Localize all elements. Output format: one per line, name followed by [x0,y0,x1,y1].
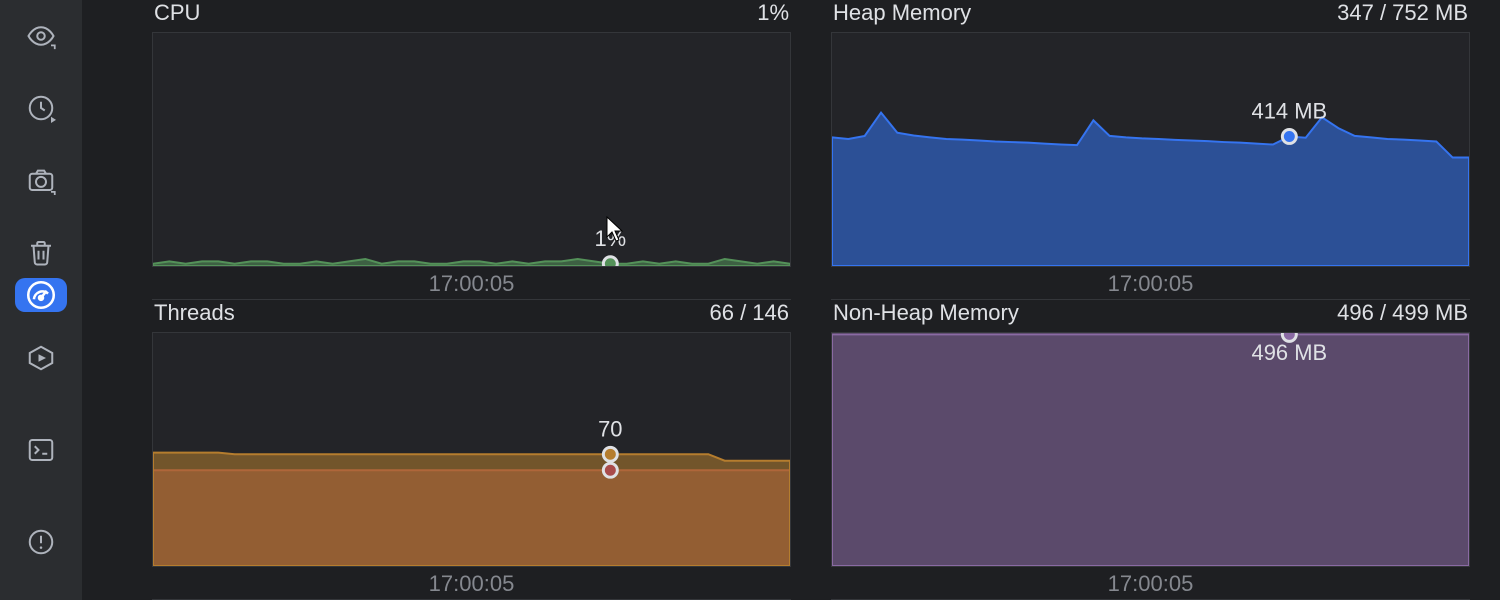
svg-text:414 MB: 414 MB [1252,99,1328,124]
svg-text:1%: 1% [594,226,626,251]
trash-icon[interactable] [15,226,67,278]
heap-panel: Heap Memory 347 / 752 MB 414 MB 17:00:05 [831,0,1470,300]
eye-icon[interactable] [15,10,67,62]
cpu-x-label: 17:00:05 [152,271,791,299]
threads-chart[interactable]: 70 [152,332,791,567]
cpu-chart[interactable]: 1% [152,32,791,267]
nonheap-title: Non-Heap Memory [833,300,1019,326]
profiler-chart-area: CPU 1% 1% 17:00:05 Heap Memory 347 / 752… [82,0,1500,600]
threads-panel: Threads 66 / 146 70 17:00:05 [152,300,791,600]
heap-x-label: 17:00:05 [831,271,1470,299]
threads-title: Threads [154,300,235,326]
cpu-panel: CPU 1% 1% 17:00:05 [152,0,791,300]
recent-icon[interactable] [15,82,67,134]
heap-chart[interactable]: 414 MB [831,32,1470,267]
nonheap-chart[interactable]: 496 MB [831,332,1470,567]
gauge-icon[interactable] [15,278,67,312]
heap-title: Heap Memory [833,0,971,26]
svg-text:496 MB: 496 MB [1252,340,1328,365]
problems-icon[interactable] [15,516,67,568]
sidebar-bottom-group [15,332,67,600]
threads-x-label: 17:00:05 [152,571,791,599]
heap-value: 347 / 752 MB [1337,0,1468,26]
cpu-value: 1% [757,0,789,26]
camera-icon[interactable] [15,154,67,206]
nonheap-x-label: 17:00:05 [831,571,1470,599]
threads-value: 66 / 146 [709,300,789,326]
sidebar-top-group [15,10,67,278]
cpu-title: CPU [154,0,200,26]
nonheap-panel: Non-Heap Memory 496 / 499 MB 496 MB 17:0… [831,300,1470,600]
services-icon[interactable] [15,332,67,384]
nonheap-value: 496 / 499 MB [1337,300,1468,326]
chart-grid: CPU 1% 1% 17:00:05 Heap Memory 347 / 752… [152,0,1470,600]
terminal-icon[interactable] [15,424,67,476]
svg-text:70: 70 [598,416,622,441]
left-tool-sidebar [0,0,82,600]
